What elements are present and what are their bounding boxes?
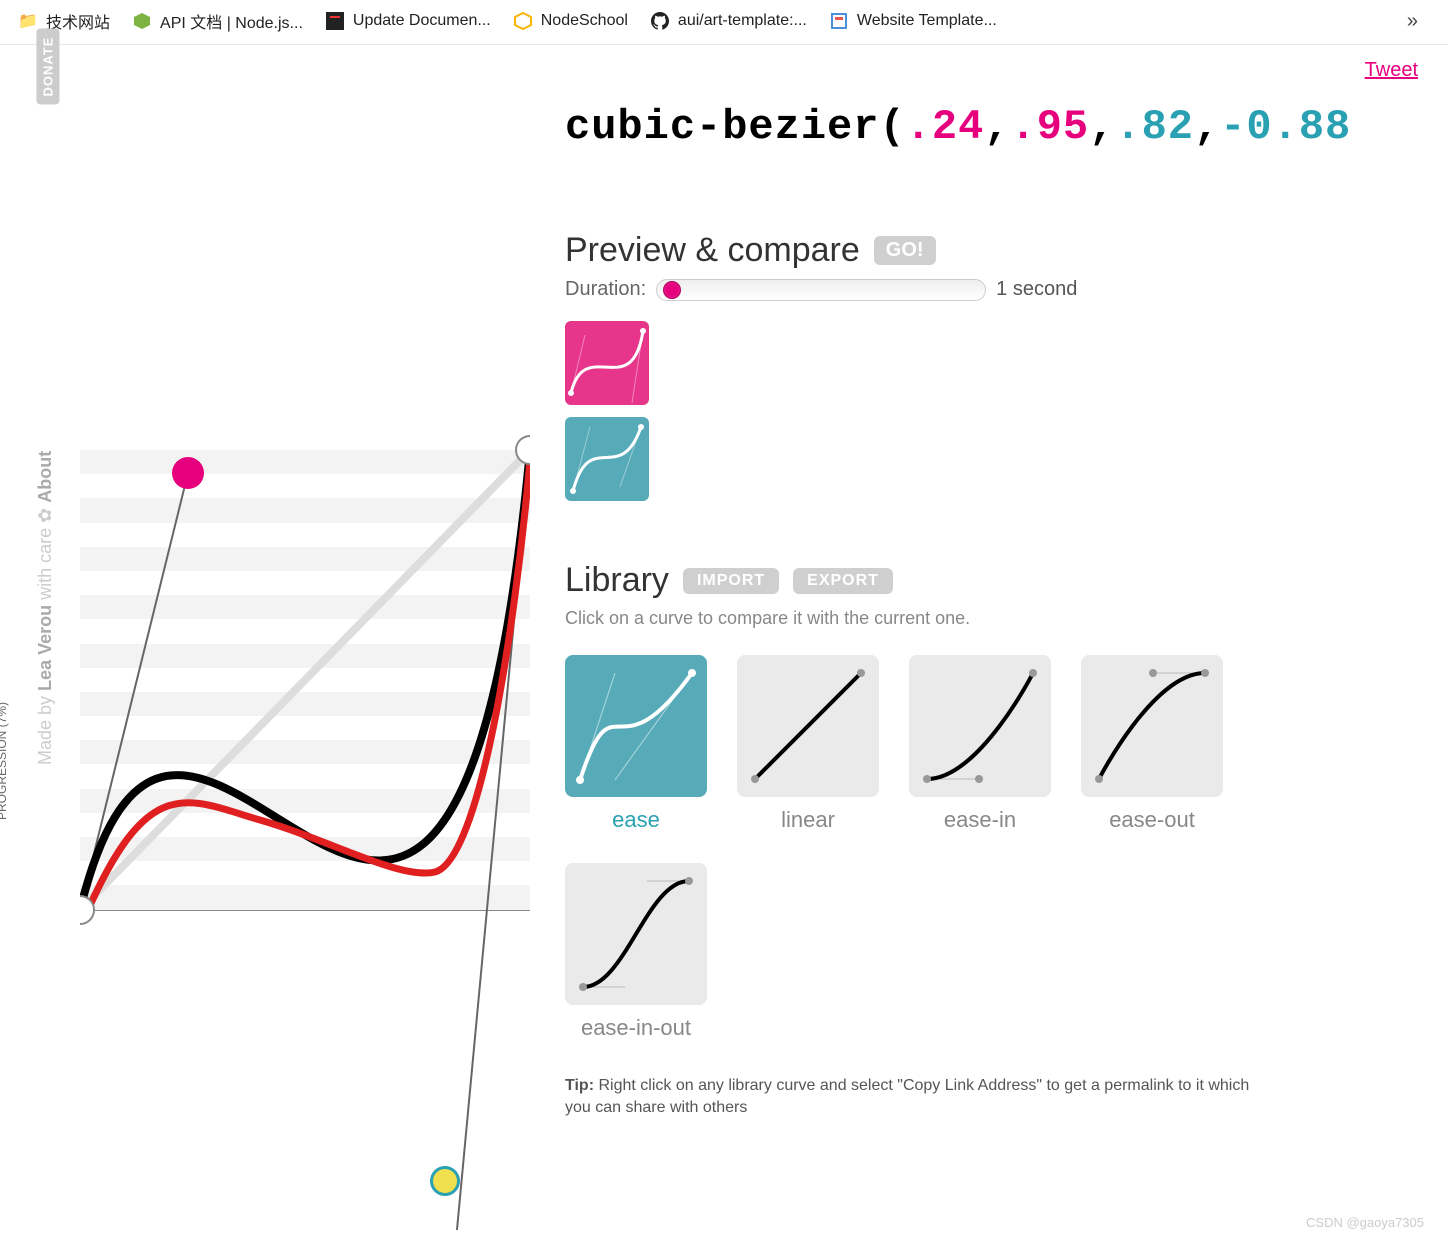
function-title: cubic-bezier(.24,.95,.82,-0.88 xyxy=(565,103,1448,151)
curve-editor-panel: DONATE Made by Lea Verou with care ✿ Abo… xyxy=(0,45,535,1240)
duration-slider[interactable] xyxy=(656,279,986,301)
tweet-link[interactable]: Tweet xyxy=(1365,59,1418,82)
library-item-ease-in[interactable]: ease-in xyxy=(909,655,1051,833)
library-label: ease-in-out xyxy=(581,1015,691,1041)
library-label: ease-out xyxy=(1109,807,1195,833)
watermark: CSDN @gaoya7305 xyxy=(1306,1215,1424,1230)
bookmarks-bar: 📁技术网站 API 文档 | Node.js... Update Documen… xyxy=(0,0,1448,45)
library-item-ease-in-out[interactable]: ease-in-out xyxy=(565,863,707,1041)
doc-icon xyxy=(325,11,345,31)
controls-panel: Tweet cubic-bezier(.24,.95,.82,-0.88 Pre… xyxy=(535,45,1448,1240)
library-desc: Click on a curve to compare it with the … xyxy=(565,608,1448,629)
bookmark-label: aui/art-template:... xyxy=(678,12,807,30)
author-link[interactable]: Lea Verou xyxy=(35,605,55,691)
p1-value[interactable]: .24 xyxy=(906,103,985,151)
github-icon xyxy=(650,11,670,31)
preview-ball xyxy=(430,1166,460,1196)
bookmark-label: Update Documen... xyxy=(353,12,491,30)
bookmark-item[interactable]: NodeSchool xyxy=(513,11,628,31)
p1-handle-line xyxy=(80,473,188,910)
bookmark-item[interactable]: 📁技术网站 xyxy=(18,9,110,33)
bookmark-item[interactable]: Update Documen... xyxy=(325,11,491,31)
bookmark-item[interactable]: Website Template... xyxy=(829,11,997,31)
library-item-ease[interactable]: ease xyxy=(565,655,707,833)
slider-thumb[interactable] xyxy=(663,281,681,299)
tip-text: Tip: Right click on any library curve an… xyxy=(565,1075,1265,1120)
bezier-canvas[interactable] xyxy=(80,170,530,1230)
library-heading: Library IMPORT EXPORT xyxy=(565,561,1448,600)
about-link[interactable]: About xyxy=(35,451,55,503)
p4-value[interactable]: -0.88 xyxy=(1220,103,1351,151)
bookmarks-overflow[interactable]: » xyxy=(1407,10,1430,33)
donate-button[interactable]: DONATE xyxy=(10,55,86,78)
bookmark-label: Website Template... xyxy=(857,12,997,30)
duration-value: 1 second xyxy=(996,278,1077,301)
folder-icon: 📁 xyxy=(18,11,38,31)
p2-value[interactable]: .95 xyxy=(1011,103,1090,151)
library-item-ease-out[interactable]: ease-out xyxy=(1081,655,1223,833)
bookmark-label: API 文档 | Node.js... xyxy=(160,9,303,33)
library-label: linear xyxy=(781,807,835,833)
library-item-linear[interactable]: linear xyxy=(737,655,879,833)
go-button[interactable]: GO! xyxy=(874,236,936,265)
p3-value[interactable]: .82 xyxy=(1115,103,1194,151)
library-label: ease-in xyxy=(944,807,1016,833)
duration-label: Duration: xyxy=(565,278,646,301)
bookmark-label: NodeSchool xyxy=(541,12,628,30)
gear-icon: ✿ xyxy=(35,508,55,523)
p1-handle[interactable] xyxy=(172,457,204,489)
bookmark-item[interactable]: aui/art-template:... xyxy=(650,11,807,31)
bookmark-item[interactable]: API 文档 | Node.js... xyxy=(132,9,303,33)
export-button[interactable]: EXPORT xyxy=(793,568,893,594)
preview-swatch-compare[interactable] xyxy=(565,417,649,501)
library-grid: ease linear ease-in ease-out ease-in-out xyxy=(565,655,1265,1041)
preview-swatch-current[interactable] xyxy=(565,321,649,405)
library-label: ease xyxy=(612,807,660,833)
nodeschool-icon xyxy=(513,11,533,31)
nodejs-icon xyxy=(132,11,152,31)
y-axis-label: PROGRESSION (7%) xyxy=(0,702,9,820)
preview-heading: Preview & compare GO! xyxy=(565,231,1448,270)
template-icon xyxy=(829,11,849,31)
credits: Made by Lea Verou with care ✿ About xyxy=(35,451,56,765)
import-button[interactable]: IMPORT xyxy=(683,568,779,594)
